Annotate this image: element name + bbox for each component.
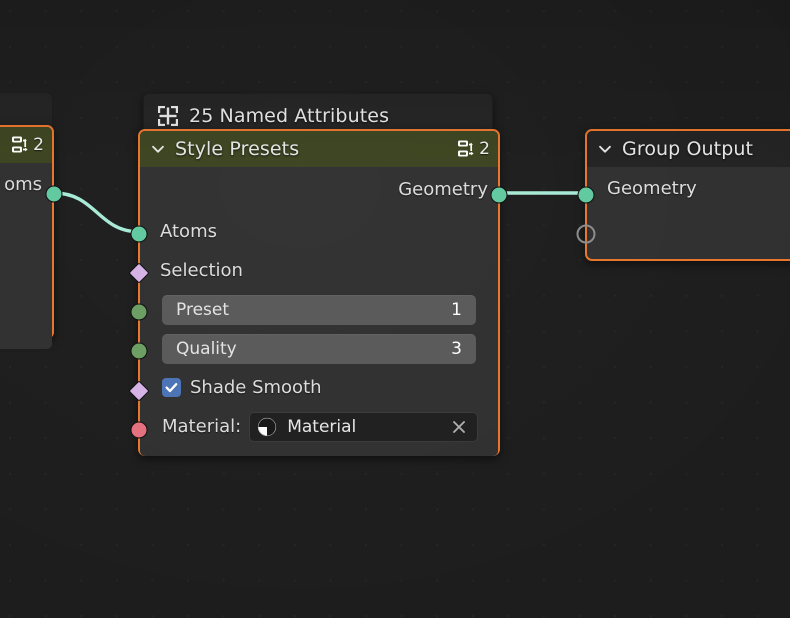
socket-input-quality[interactable] [130, 342, 148, 360]
left-node-body: oms [0, 163, 52, 349]
chevron-down-icon[interactable] [596, 140, 614, 158]
group-output-header[interactable]: Group Output [587, 131, 790, 167]
socket-group-output-empty[interactable] [576, 224, 596, 244]
group-output-node[interactable]: Group Output Geometry [576, 129, 790, 261]
style-presets-users-count: 2 [479, 139, 490, 159]
socket-input-material[interactable] [130, 421, 148, 439]
material-label: Material: [162, 416, 242, 437]
material-selector-field[interactable]: Material [249, 411, 478, 442]
input-row-selection[interactable]: Selection [140, 251, 498, 290]
left-source-node[interactable]: 2 oms [0, 125, 63, 349]
output-label-geometry: Geometry [398, 178, 488, 200]
material-value: Material [287, 416, 357, 437]
spreadsheet-grid-icon [158, 106, 178, 126]
socket-left-node-output-geometry[interactable] [45, 185, 63, 203]
input-row-atoms[interactable]: Atoms [140, 211, 498, 251]
socket-input-preset[interactable] [130, 303, 148, 321]
style-presets-body: Geometry Atoms Selection Preset 1 Qualit… [140, 167, 498, 456]
socket-group-output-geometry[interactable] [577, 186, 595, 204]
link-atoms [52, 191, 142, 234]
x-icon[interactable] [449, 417, 469, 437]
check-icon [165, 383, 178, 393]
style-presets-header-icon-group: 2 [456, 138, 490, 160]
group-output-row-empty[interactable] [587, 209, 790, 247]
socket-input-atoms[interactable] [130, 225, 148, 243]
left-node-output-label: oms [4, 173, 42, 195]
left-node-users-count: 2 [33, 135, 44, 155]
input-label-selection: Selection [160, 260, 243, 281]
input-row-shade-smooth[interactable]: Shade Smooth [140, 368, 498, 407]
group-output-row-geometry[interactable]: Geometry [587, 167, 790, 209]
style-presets-title: Style Presets [175, 138, 300, 160]
left-node-header[interactable]: 2 [0, 127, 52, 163]
group-output-title: Group Output [622, 138, 754, 160]
chevron-down-icon[interactable] [149, 140, 167, 158]
node-group-users-icon [458, 140, 474, 157]
style-presets-node[interactable]: Style Presets 2 Geometry Atoms Selection… [128, 129, 508, 456]
preset-field-value: 1 [451, 299, 462, 320]
named-attributes-title: 25 Named Attributes [189, 105, 390, 127]
input-row-material[interactable]: Material: Material [140, 407, 498, 446]
quality-field-label: Quality [176, 338, 237, 359]
output-row-geometry[interactable]: Geometry [140, 167, 498, 211]
shade-smooth-checkbox[interactable] [162, 378, 181, 397]
quality-value-field[interactable]: Quality 3 [162, 333, 476, 364]
material-sphere-icon [258, 417, 277, 436]
input-row-quality[interactable]: Quality 3 [140, 329, 498, 368]
quality-field-value: 3 [451, 338, 462, 359]
left-node-output-row-geometry[interactable]: oms [0, 163, 52, 205]
preset-value-field[interactable]: Preset 1 [162, 294, 476, 325]
left-node-header-icon-group: 2 [10, 134, 44, 156]
group-output-label-geometry: Geometry [607, 177, 697, 199]
socket-output-geometry[interactable] [490, 186, 508, 204]
preset-field-label: Preset [176, 299, 230, 320]
input-label-atoms: Atoms [160, 220, 217, 242]
shade-smooth-label: Shade Smooth [190, 377, 322, 398]
group-output-body: Geometry [587, 167, 790, 257]
input-row-preset[interactable]: Preset 1 [140, 290, 498, 329]
node-editor-canvas[interactable]: 2 oms 25 Named Attributes Style Presets … [0, 0, 790, 618]
style-presets-header[interactable]: Style Presets 2 [140, 131, 498, 167]
node-group-users-icon [12, 136, 28, 153]
